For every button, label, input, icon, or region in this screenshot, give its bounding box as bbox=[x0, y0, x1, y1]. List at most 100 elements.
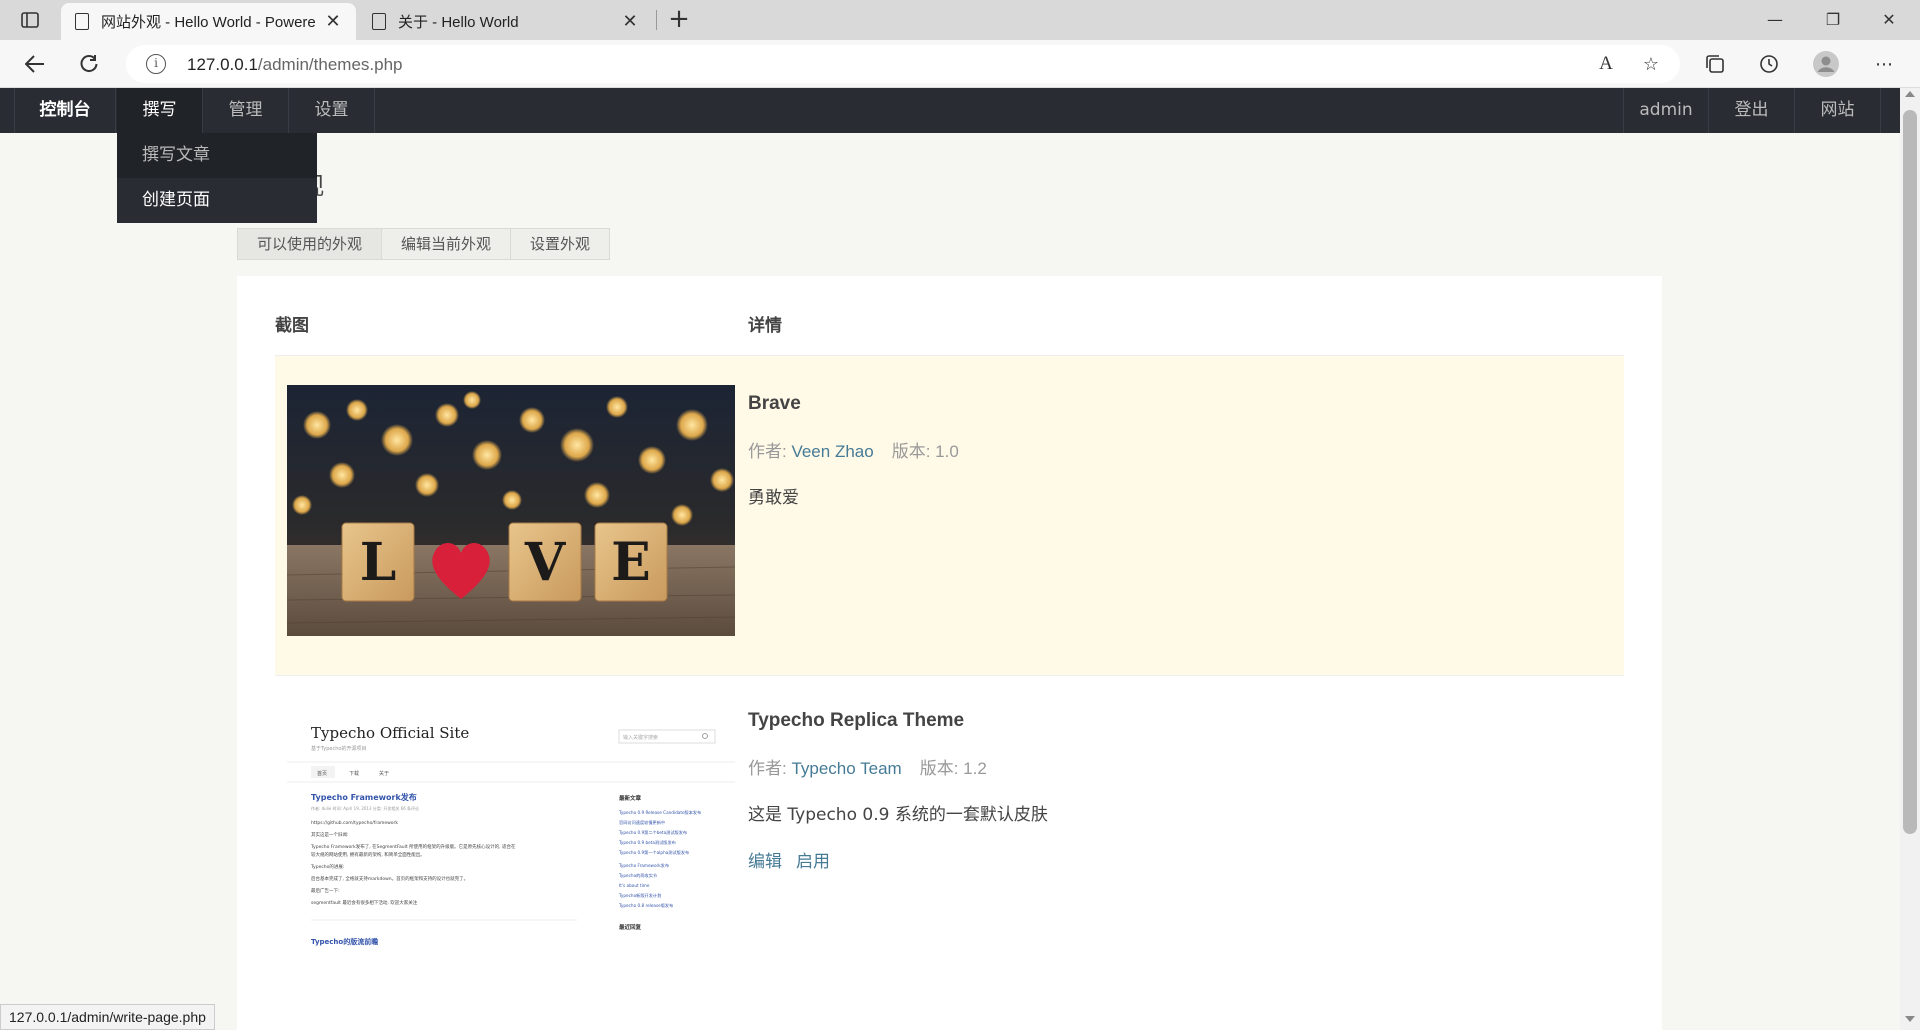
scroll-up-icon[interactable] bbox=[1905, 91, 1915, 97]
theme-name: Brave bbox=[748, 393, 801, 414]
nav-dashboard[interactable]: 控制台 bbox=[14, 88, 116, 133]
theme-description: 勇敢爱 bbox=[748, 488, 799, 508]
page-icon bbox=[75, 13, 89, 30]
reload-icon[interactable] bbox=[74, 49, 104, 79]
svg-text:Typecho Framework发布: Typecho Framework发布 bbox=[618, 862, 669, 869]
favorite-add-icon[interactable]: ☆ bbox=[1638, 51, 1664, 77]
collections-icon[interactable] bbox=[1702, 51, 1728, 77]
table-header: 截图 详情 bbox=[275, 311, 1624, 356]
window-close-icon[interactable]: ✕ bbox=[1866, 4, 1912, 36]
theme-screenshot-brave: L V E bbox=[287, 385, 735, 636]
tab-title: 关于 - Hello World bbox=[398, 14, 519, 31]
svg-text:下载: 下载 bbox=[349, 770, 359, 777]
close-icon[interactable]: ✕ bbox=[324, 11, 342, 32]
nav-user[interactable]: admin bbox=[1623, 88, 1709, 133]
browser-tab-themes[interactable]: 网站外观 - Hello World - Powere ✕ bbox=[61, 3, 356, 40]
read-aloud-icon[interactable]: A bbox=[1593, 51, 1619, 77]
svg-text:其实这是一个旧闻:: 其实这是一个旧闻: bbox=[311, 831, 349, 838]
theme-version: 版本: 1.0 bbox=[891, 442, 959, 461]
minimize-icon[interactable]: — bbox=[1752, 4, 1798, 36]
theme-description: 这是 Typecho 0.9 系统的一套默认皮肤 bbox=[748, 805, 1048, 825]
column-header-detail: 详情 bbox=[748, 316, 782, 336]
svg-text:Typecho 0.9 Release Candidate版: Typecho 0.9 Release Candidate版本发布 bbox=[618, 809, 701, 816]
theme-detail: Brave 作者: Veen Zhao 版本: 1.0 勇敢爱 bbox=[748, 393, 959, 508]
svg-text:关于: 关于 bbox=[379, 770, 389, 777]
more-menu-icon[interactable]: ⋯ bbox=[1871, 51, 1897, 77]
preview-site-title: Typecho Official Site bbox=[311, 724, 469, 742]
vertical-scrollbar[interactable] bbox=[1900, 88, 1920, 1030]
svg-text:Typecho的进展:: Typecho的进展: bbox=[310, 863, 344, 870]
theme-name: Typecho Replica Theme bbox=[748, 710, 965, 731]
theme-version: 版本: 1.2 bbox=[919, 759, 987, 778]
tab-edit-current-theme[interactable]: 编辑当前外观 bbox=[381, 228, 512, 260]
preview-site-subtitle: 基于Typecho的开源项目 bbox=[311, 745, 366, 752]
themes-table: 截图 详情 L V E Brave 作者: Veen Zhao 版本: 1.0 … bbox=[237, 276, 1662, 1030]
url-field[interactable]: i 127.0.0.1/admin/themes.php bbox=[126, 45, 1680, 83]
nav-write[interactable]: 撰写 bbox=[117, 88, 203, 133]
theme-row-current: L V E Brave 作者: Veen Zhao 版本: 1.0 勇敢爱 bbox=[275, 356, 1624, 676]
menu-item-create-page[interactable]: 创建页面 bbox=[117, 178, 317, 223]
svg-text:最近回复: 最近回复 bbox=[619, 923, 642, 931]
svg-text:最新文章: 最新文章 bbox=[619, 794, 642, 802]
svg-text:作者: dulie 时间: April 19, 2013: 作者: dulie 时间: April 19, 2013 分类: 开发相关 66… bbox=[311, 805, 419, 811]
close-icon[interactable]: ✕ bbox=[621, 11, 639, 32]
theme-author-link[interactable]: Typecho Team bbox=[791, 759, 901, 778]
nav-logout[interactable]: 登出 bbox=[1709, 88, 1795, 133]
profile-avatar-icon[interactable] bbox=[1813, 51, 1839, 77]
menu-item-write-post[interactable]: 撰写文章 bbox=[117, 133, 317, 178]
theme-author-link[interactable]: Veen Zhao bbox=[791, 442, 873, 461]
preview-search: 输入关键字搜索 bbox=[623, 734, 658, 741]
tab-title: 网站外观 - Hello World - Powere bbox=[101, 14, 316, 31]
restore-icon[interactable]: ❐ bbox=[1810, 4, 1856, 36]
nav-settings[interactable]: 设置 bbox=[289, 88, 375, 133]
new-tab-icon[interactable]: + bbox=[665, 6, 693, 34]
theme-detail: Typecho Replica Theme 作者: Typecho Team 版本… bbox=[748, 710, 1048, 872]
activate-theme-link[interactable]: 启用 bbox=[796, 852, 830, 872]
svg-text:Typecho 0.9第一个alpha测试版发布: Typecho 0.9第一个alpha测试版发布 bbox=[618, 849, 689, 856]
nav-site[interactable]: 网站 bbox=[1795, 88, 1881, 133]
svg-text:Typecho 0.9 beta测试版发布: Typecho 0.9 beta测试版发布 bbox=[618, 839, 676, 846]
browser-tab-bar: 网站外观 - Hello World - Powere ✕ 关于 - Hello… bbox=[0, 0, 1920, 40]
tab-theme-settings[interactable]: 设置外观 bbox=[510, 228, 611, 260]
svg-text:较大规的网站使用, 拥有最新的架构, 和简单全面性能出。: 较大规的网站使用, 拥有最新的架构, 和简单全面性能出。 bbox=[311, 851, 425, 858]
svg-text:Typecho 0.9第二个beta测试版发布: Typecho 0.9第二个beta测试版发布 bbox=[618, 829, 687, 836]
tab-actions-icon[interactable] bbox=[18, 8, 42, 32]
theme-screenshot-replica: Typecho Official Site 基于Typecho的开源项目 输入关… bbox=[287, 704, 735, 955]
theme-meta: 作者: Veen Zhao 版本: 1.0 bbox=[748, 442, 959, 461]
svg-text:Typecho的两攻实节: Typecho的两攻实节 bbox=[618, 872, 657, 879]
column-header-screenshot: 截图 bbox=[275, 316, 309, 336]
preview-post-title: Typecho Framework发布 bbox=[311, 792, 417, 802]
svg-text:segmentfault 最近会有很多相下活动, 欢迎大家关: segmentfault 最近会有很多相下活动, 欢迎大家关注 bbox=[311, 899, 418, 906]
page-icon bbox=[372, 13, 386, 30]
browser-tab-about[interactable]: 关于 - Hello World ✕ bbox=[358, 3, 653, 40]
edit-theme-link[interactable]: 编辑 bbox=[748, 852, 782, 872]
svg-text:Typecho 0.8 release版发布: Typecho 0.8 release版发布 bbox=[618, 902, 673, 909]
write-dropdown-menu: 撰写文章 创建页面 bbox=[117, 133, 317, 223]
svg-text:It's about time: It's about time bbox=[619, 883, 650, 888]
admin-top-nav: 控制台 撰写 管理 设置 admin 登出 网站 bbox=[0, 88, 1900, 133]
scroll-down-icon[interactable] bbox=[1905, 1016, 1915, 1022]
nav-manage[interactable]: 管理 bbox=[203, 88, 289, 133]
address-toolbar: i 127.0.0.1/admin/themes.php A ☆ ⋯ bbox=[0, 40, 1920, 88]
svg-text:Typecho Framework发布了, 在Segment: Typecho Framework发布了, 在SegmentFault 所使用的… bbox=[310, 843, 516, 850]
theme-row: Typecho Official Site 基于Typecho的开源项目 输入关… bbox=[275, 676, 1624, 1030]
theme-tabs: 可以使用的外观 编辑当前外观 设置外观 bbox=[237, 228, 611, 260]
status-url-tooltip: 127.0.0.1/admin/write-page.php bbox=[0, 1004, 215, 1030]
tab-divider bbox=[656, 10, 657, 30]
url-text: 127.0.0.1/admin/themes.php bbox=[187, 55, 403, 74]
theme-operations: 编辑 启用 bbox=[748, 847, 1048, 872]
svg-text:最后广告一下:: 最后广告一下: bbox=[311, 887, 340, 894]
info-icon[interactable]: i bbox=[146, 54, 166, 74]
svg-text:https://github.com/typecho/fra: https://github.com/typecho/framework bbox=[311, 820, 398, 826]
back-icon[interactable] bbox=[20, 49, 50, 79]
scroll-thumb[interactable] bbox=[1903, 110, 1917, 834]
svg-text:首页: 首页 bbox=[317, 770, 327, 777]
history-icon[interactable] bbox=[1756, 51, 1782, 77]
svg-text:后台基本完成了, 全格就支持markdown。首页的框架和支: 后台基本完成了, 全格就支持markdown。首页的框架和支持的设计也就完了。 bbox=[311, 875, 468, 882]
love-letter-e: E bbox=[611, 532, 651, 593]
theme-meta: 作者: Typecho Team 版本: 1.2 bbox=[748, 759, 987, 778]
svg-text:Typecho的版流前瞻: Typecho的版流前瞻 bbox=[311, 937, 378, 946]
love-letter-l: L bbox=[360, 532, 397, 593]
tab-available-themes[interactable]: 可以使用的外观 bbox=[237, 228, 383, 260]
svg-text:Typecho新版开发计划: Typecho新版开发计划 bbox=[618, 892, 661, 899]
